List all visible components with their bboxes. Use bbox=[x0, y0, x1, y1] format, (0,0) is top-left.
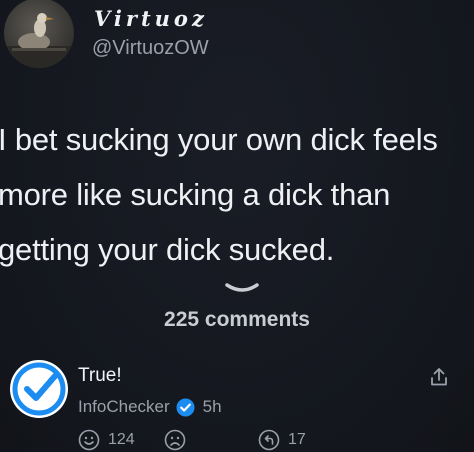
verified-icon bbox=[176, 397, 195, 417]
comment-meta: InfoChecker 5h bbox=[78, 397, 222, 417]
comments-count: 225 comments bbox=[164, 308, 310, 331]
comment-timestamp: 5h bbox=[202, 397, 222, 416]
tweet-text-line: more like sucking a dick than bbox=[0, 177, 391, 212]
tweet-text-line: I bet sucking your own dick feels bbox=[0, 122, 438, 157]
share-icon[interactable] bbox=[428, 366, 450, 388]
frown-icon bbox=[164, 429, 186, 451]
comment-action-bar: 124 17 bbox=[76, 428, 474, 452]
tweet-display-name[interactable]: Virtuoz bbox=[94, 6, 208, 31]
tweet-author-avatar[interactable] bbox=[4, 0, 74, 68]
tweet-text: I bet sucking your own dick feels more l… bbox=[0, 112, 474, 277]
dislike-button[interactable] bbox=[164, 429, 186, 451]
bird-photo-icon bbox=[4, 13, 74, 68]
comment-author-name[interactable]: InfoChecker bbox=[78, 397, 170, 417]
chevron-down-icon[interactable] bbox=[224, 282, 260, 296]
like-button[interactable]: 124 bbox=[78, 429, 135, 451]
tweet-handle[interactable]: @VirtuozOW bbox=[92, 37, 209, 60]
comment-author-avatar[interactable] bbox=[10, 360, 68, 418]
reply-count: 17 bbox=[288, 431, 306, 448]
tweet-text-line: getting your dick sucked. bbox=[0, 232, 335, 267]
reply-icon bbox=[258, 429, 280, 451]
like-count: 124 bbox=[108, 431, 135, 448]
reply-button[interactable]: 17 bbox=[258, 429, 306, 451]
smile-icon bbox=[78, 429, 100, 451]
infochecker-logo-icon bbox=[12, 362, 66, 416]
comment-text: True! bbox=[78, 365, 122, 386]
screen: Virtuoz @VirtuozOW I bet sucking your ow… bbox=[0, 0, 474, 452]
